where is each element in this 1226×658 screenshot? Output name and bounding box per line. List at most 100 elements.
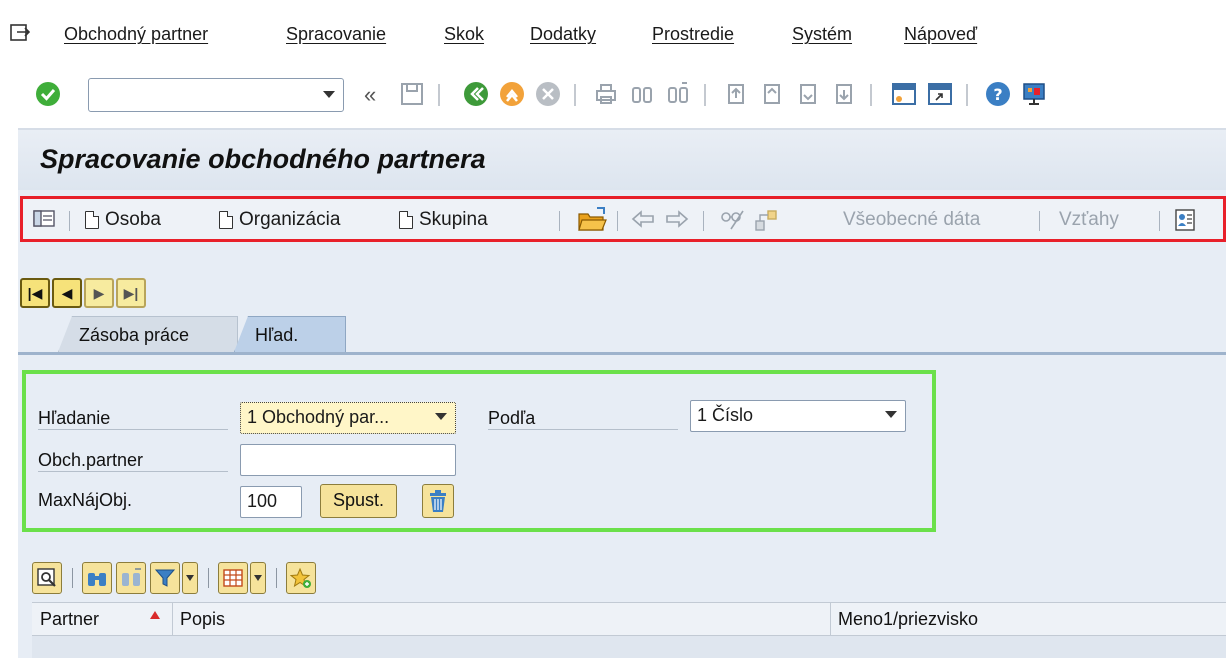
column-header-partner[interactable]: Partner xyxy=(40,609,99,630)
layout-menu-button[interactable] xyxy=(250,562,266,594)
command-field[interactable] xyxy=(88,78,344,112)
search-by-value: 1 Číslo xyxy=(697,405,754,425)
find-next-button[interactable] xyxy=(116,562,146,594)
shortcut-icon[interactable] xyxy=(926,80,954,108)
command-input[interactable] xyxy=(89,79,309,109)
table-layout-icon xyxy=(223,569,243,587)
trash-icon xyxy=(430,490,446,512)
toolbar-separator xyxy=(574,84,576,106)
relations-button[interactable]: Vzťahy xyxy=(1059,209,1119,231)
tab-search[interactable]: Hľad. xyxy=(234,316,346,352)
toolbar-separator xyxy=(704,84,706,106)
first-record-button[interactable]: |◀ xyxy=(20,278,50,308)
column-separator xyxy=(172,603,173,637)
first-page-icon[interactable] xyxy=(722,80,750,108)
toolbar-separator xyxy=(276,568,277,588)
binoculars-icon xyxy=(88,573,106,586)
group-button[interactable]: Skupina xyxy=(399,209,488,231)
print-icon[interactable] xyxy=(592,80,620,108)
person-button[interactable]: Osoba xyxy=(85,209,161,231)
hierarchy-icon[interactable] xyxy=(753,207,779,233)
exit-icon[interactable] xyxy=(498,80,526,108)
new-document-icon xyxy=(85,211,99,229)
max-hits-input[interactable]: 100 xyxy=(240,486,302,518)
customize-layout-icon[interactable] xyxy=(1020,80,1048,108)
sort-ascending-icon xyxy=(150,611,160,619)
next-record-button[interactable]: ▶ xyxy=(84,278,114,308)
filter-menu-button[interactable] xyxy=(182,562,198,594)
chevron-down-icon xyxy=(186,575,194,581)
delete-criteria-button[interactable] xyxy=(422,484,454,518)
help-icon[interactable]: ? xyxy=(984,80,1012,108)
find-button[interactable] xyxy=(82,562,112,594)
last-record-button[interactable]: ▶| xyxy=(116,278,146,308)
general-data-button[interactable]: Všeobecné dáta xyxy=(843,209,980,231)
last-page-icon[interactable] xyxy=(830,80,858,108)
next-page-icon[interactable] xyxy=(794,80,822,108)
person-button-label: Osoba xyxy=(105,209,161,230)
new-session-icon[interactable] xyxy=(890,80,918,108)
menu-business-partner[interactable]: Obchodný partner xyxy=(64,24,208,45)
menu-exit-icon[interactable] xyxy=(10,24,30,42)
filter-button[interactable] xyxy=(150,562,180,594)
column-header-name[interactable]: Meno1/priezvisko xyxy=(838,609,978,630)
arrow-right-icon[interactable] xyxy=(665,210,689,228)
find-next-icon[interactable] xyxy=(664,80,692,108)
menu-bar: Obchodný partner Spracovanie Skok Dodatk… xyxy=(0,0,1226,62)
magnifier-icon xyxy=(37,568,56,587)
toolbar-separator xyxy=(966,84,968,106)
column-header-description[interactable]: Popis xyxy=(180,609,225,630)
open-folder-icon[interactable] xyxy=(577,205,607,233)
search-by-select[interactable]: 1 Číslo xyxy=(690,400,906,432)
menu-jump[interactable]: Skok xyxy=(444,24,484,45)
new-document-icon xyxy=(399,211,413,229)
max-hits-label: MaxNájObj. xyxy=(38,490,133,510)
enter-check-icon[interactable] xyxy=(34,80,62,108)
binoculars-next-icon xyxy=(122,568,141,586)
cancel-icon[interactable] xyxy=(534,80,562,108)
toolbar-separator xyxy=(438,84,440,106)
glasses-edit-icon[interactable] xyxy=(719,207,745,231)
details-button[interactable] xyxy=(32,562,62,594)
search-type-select[interactable]: 1 Obchodný par... xyxy=(240,402,456,434)
person-details-icon[interactable] xyxy=(1173,207,1199,233)
search-criteria-panel: Hľadanie 1 Obchodný par... Podľa 1 Číslo… xyxy=(22,370,936,532)
toolbar-separator xyxy=(870,84,872,106)
result-grid-header: Partner Popis Meno1/priezvisko xyxy=(32,602,1226,637)
main-content: Spracovanie obchodného partnera Osoba Or… xyxy=(18,128,1226,658)
toolbar-separator xyxy=(617,211,618,231)
business-partner-label: Obch.partner xyxy=(38,450,228,472)
start-search-button[interactable]: Spust. xyxy=(320,484,398,518)
toolbar-separator xyxy=(1039,211,1040,231)
collapse-chevron-icon[interactable]: « xyxy=(364,82,376,108)
chevron-down-icon xyxy=(254,575,262,581)
page-title: Spracovanie obchodného partnera xyxy=(40,144,486,174)
menu-system[interactable]: Systém xyxy=(792,24,852,45)
title-bar: Spracovanie obchodného partnera xyxy=(18,130,1226,190)
chevron-down-icon[interactable] xyxy=(323,89,335,99)
add-favorite-button[interactable] xyxy=(286,562,316,594)
show-hide-locator-icon[interactable] xyxy=(33,209,57,229)
menu-extras[interactable]: Dodatky xyxy=(530,24,596,45)
toolbar-separator xyxy=(69,211,70,231)
back-icon[interactable] xyxy=(462,80,490,108)
layout-button[interactable] xyxy=(218,562,248,594)
menu-environment[interactable]: Prostredie xyxy=(652,24,734,45)
filter-icon xyxy=(154,569,176,587)
save-icon[interactable] xyxy=(398,80,426,108)
toolbar-separator xyxy=(72,568,73,588)
find-icon[interactable] xyxy=(628,80,656,108)
menu-processing[interactable]: Spracovanie xyxy=(286,24,386,45)
chevron-down-icon[interactable] xyxy=(435,411,447,421)
chevron-down-icon[interactable] xyxy=(885,409,897,419)
result-grid-body xyxy=(32,636,1226,658)
organization-button[interactable]: Organizácia xyxy=(219,209,340,231)
toolbar-separator xyxy=(559,211,560,231)
menu-help[interactable]: Nápoveď xyxy=(904,24,977,45)
new-document-icon xyxy=(219,211,233,229)
arrow-left-icon[interactable] xyxy=(631,210,655,228)
business-partner-input[interactable] xyxy=(240,444,456,476)
previous-page-icon[interactable] xyxy=(758,80,786,108)
previous-record-button[interactable]: ◀ xyxy=(52,278,82,308)
tab-worklist[interactable]: Zásoba práce xyxy=(58,316,238,352)
